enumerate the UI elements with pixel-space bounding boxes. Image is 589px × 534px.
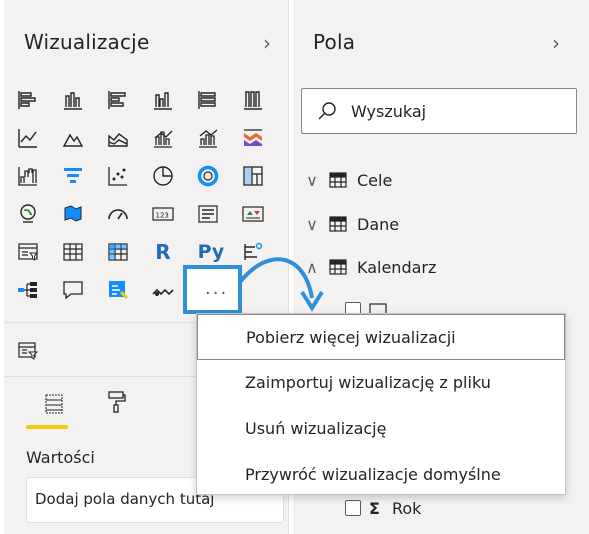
waterfall-chart-icon[interactable] <box>14 162 42 190</box>
chevron-down-icon[interactable]: ∨ <box>301 215 323 234</box>
fields-tab-icon[interactable] <box>38 388 70 420</box>
matrix-icon[interactable] <box>104 238 132 266</box>
menu-item-restore-default-visuals[interactable]: Przywróć wizualizacje domyślne <box>197 452 565 498</box>
field-table-row[interactable]: ∨ Cele <box>301 166 392 194</box>
line-chart-icon[interactable] <box>14 124 42 152</box>
area-chart-icon[interactable] <box>59 124 87 152</box>
100-stacked-column-chart-icon[interactable] <box>239 86 267 114</box>
chevron-down-icon[interactable]: ∨ <box>301 171 323 190</box>
r-script-visual-icon[interactable]: R <box>149 238 177 266</box>
clustered-bar-chart-icon[interactable] <box>104 86 132 114</box>
slicer-icon[interactable] <box>14 238 42 266</box>
100-stacked-bar-chart-icon[interactable] <box>194 86 222 114</box>
line-and-clustered-column-chart-icon[interactable] <box>194 124 222 152</box>
qa-visual-icon[interactable] <box>59 276 87 304</box>
filled-map-icon[interactable] <box>59 200 87 228</box>
table-name: Dane <box>357 214 400 234</box>
field-table-row[interactable]: ∨ Dane <box>301 210 399 238</box>
multi-row-card-icon[interactable] <box>194 200 222 228</box>
field-name: Rok <box>391 498 422 518</box>
chevron-right-icon[interactable]: › <box>545 32 567 54</box>
custom-slicer-icon[interactable] <box>14 337 42 365</box>
card-icon[interactable]: 123 <box>149 200 177 228</box>
funnel-chart-icon[interactable] <box>59 162 87 190</box>
sigma-icon: Σ <box>369 498 380 518</box>
fields-title: Pola <box>313 30 356 54</box>
python-visual-icon[interactable]: Py <box>194 238 228 266</box>
search-input[interactable] <box>301 88 577 134</box>
stacked-bar-chart-icon[interactable] <box>14 86 42 114</box>
paginated-report-icon[interactable] <box>149 276 177 304</box>
ribbon-chart-icon[interactable] <box>239 124 267 152</box>
field-checkbox[interactable] <box>345 500 361 516</box>
table-name: Kalendarz <box>357 257 437 277</box>
search-placeholder: Wyszukaj <box>351 102 427 121</box>
table-icon <box>329 216 347 232</box>
menu-item-import-visual[interactable]: Zaimportuj wizualizację z pliku <box>197 360 565 406</box>
svg-text:123: 123 <box>156 212 169 220</box>
treemap-icon[interactable] <box>239 162 267 190</box>
smart-narrative-icon[interactable] <box>104 276 132 304</box>
table-icon[interactable] <box>59 238 87 266</box>
table-name: Cele <box>357 170 393 190</box>
values-well-label: Wartości <box>26 448 95 467</box>
menu-item-remove-visual[interactable]: Usuń wizualizację <box>197 406 565 452</box>
kpi-icon[interactable] <box>239 200 267 228</box>
search-icon <box>317 101 337 121</box>
table-icon <box>329 172 347 188</box>
stacked-column-chart-icon[interactable] <box>59 86 87 114</box>
donut-chart-icon[interactable] <box>194 162 222 190</box>
map-icon[interactable] <box>14 200 42 228</box>
decomposition-tree-icon[interactable] <box>14 276 42 304</box>
table-icon <box>329 259 347 275</box>
active-tab-indicator <box>26 425 68 429</box>
field-row[interactable]: Σ Rok <box>345 494 421 522</box>
menu-item-get-more-visuals[interactable]: Pobierz więcej wizualizacji <box>197 314 565 360</box>
chevron-right-icon[interactable]: › <box>256 32 278 54</box>
scatter-chart-icon[interactable] <box>104 162 132 190</box>
pie-chart-icon[interactable] <box>149 162 177 190</box>
visualizations-title: Wizualizacje <box>24 30 150 54</box>
stacked-area-chart-icon[interactable] <box>104 124 132 152</box>
more-visuals-ellipsis: ... <box>205 278 229 299</box>
line-and-stacked-column-chart-icon[interactable] <box>149 124 177 152</box>
clustered-column-chart-icon[interactable] <box>149 86 177 114</box>
format-paint-roller-icon[interactable] <box>100 386 132 418</box>
context-menu: Pobierz więcej wizualizacji Zaimportuj w… <box>196 313 566 495</box>
gauge-icon[interactable] <box>104 200 132 228</box>
